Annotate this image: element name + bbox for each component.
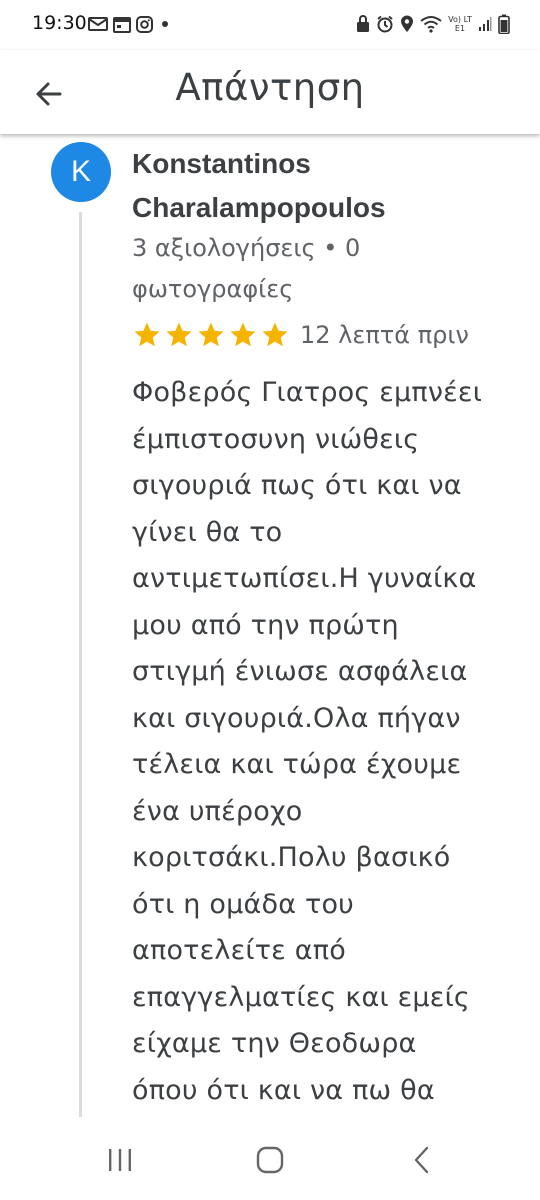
volte-lte1-icon: Vo) LTE1 (448, 15, 472, 33)
avatar[interactable]: K (51, 142, 111, 202)
mail-icon (88, 17, 108, 31)
review-text-line: ότι η ομάδα του (132, 888, 354, 920)
location-icon (401, 15, 413, 32)
recent-apps-icon (109, 1149, 131, 1171)
reviewer-name-line-2: Charalampopoulos (132, 192, 386, 223)
review-text-line: σιγουριά πως ότι και να (132, 470, 462, 501)
review-detail: K Konstantinos Charalampopoulos 3 αξιολο… (0, 134, 540, 1120)
alarm-icon (377, 15, 393, 33)
review-text-line: επαγγελματίες και εμείς (132, 981, 470, 1013)
network-label: Vo) LTE1 (448, 15, 472, 33)
review-text: Φοβερός Γιατρος εμπνέει έμπιστοσυνη νιώθε… (132, 370, 507, 1120)
review-text-line: έμπιστοσυνη νιώθεις (132, 423, 420, 455)
instagram-icon (136, 15, 153, 33)
page-title: Απάντηση (175, 66, 365, 109)
home-icon (256, 1146, 284, 1174)
review-text-line: μου από την πρώτη (132, 609, 399, 641)
app-bar: Απάντηση (0, 50, 540, 134)
review-text-line: Φοβερός Γιατρος εμπνέει (132, 377, 483, 408)
home-button[interactable] (240, 1138, 300, 1182)
battery-icon (498, 14, 510, 34)
reviewer-meta: 3 αξιολογήσεις • 0 φωτογραφίες (132, 228, 492, 310)
calendar-icon (113, 16, 131, 33)
review-text-line: αντιμετωπίσει.Η γυναίκα (132, 563, 477, 594)
review-text-line: αποτελείτε από (132, 935, 346, 966)
status-bar: 19:30 Vo) LTE1 (0, 0, 540, 50)
reviewer-name[interactable]: Konstantinos Charalampopoulos (132, 142, 512, 230)
review-time: 12 λεπτά πριν (300, 321, 469, 349)
reviewer-meta-line-2: φωτογραφίες (132, 275, 294, 303)
review-text-line: τέλεια και τώρα έχουμε (132, 749, 462, 780)
reviewer-name-line-1: Konstantinos (132, 148, 311, 179)
review-text-line: γίνει θα το (132, 516, 283, 548)
review-text-line: ένα υπέροχο (132, 795, 303, 827)
star-icon (198, 322, 224, 347)
review-text-line: όπου ότι και να πω θα (132, 1074, 435, 1106)
back-nav-icon (414, 1146, 429, 1174)
nav-back-button[interactable] (392, 1138, 452, 1182)
reviewer-meta-line-1: 3 αξιολογήσεις • 0 (132, 234, 361, 262)
star-icon (262, 322, 288, 347)
recent-apps-button[interactable] (90, 1138, 150, 1182)
review-text-line: στιγμή ένιωσε ασφάλεια (132, 656, 468, 687)
signal-icon (479, 17, 492, 31)
rating-row: 12 λεπτά πριν (132, 317, 469, 353)
star-icon (134, 322, 160, 347)
navigation-bar (0, 1120, 540, 1200)
status-system-icons: Vo) LTE1 (356, 13, 510, 35)
review-text-line: και σιγουριά.Ολα πήγαν (132, 702, 461, 734)
alarm-lock-icon (357, 15, 369, 32)
wifi-icon (420, 16, 442, 33)
star-rating (132, 320, 290, 350)
status-notification-icons (88, 14, 172, 34)
review-text-line: είχαμε την Θεοδωρα (132, 1028, 417, 1059)
star-icon (166, 322, 192, 347)
star-icon (230, 322, 256, 347)
review-text-line: κοριτσάκι.Πολυ βασικό (132, 842, 451, 873)
status-time: 19:30 (32, 12, 87, 34)
dot-icon (162, 21, 168, 27)
thread-line (79, 212, 82, 1117)
